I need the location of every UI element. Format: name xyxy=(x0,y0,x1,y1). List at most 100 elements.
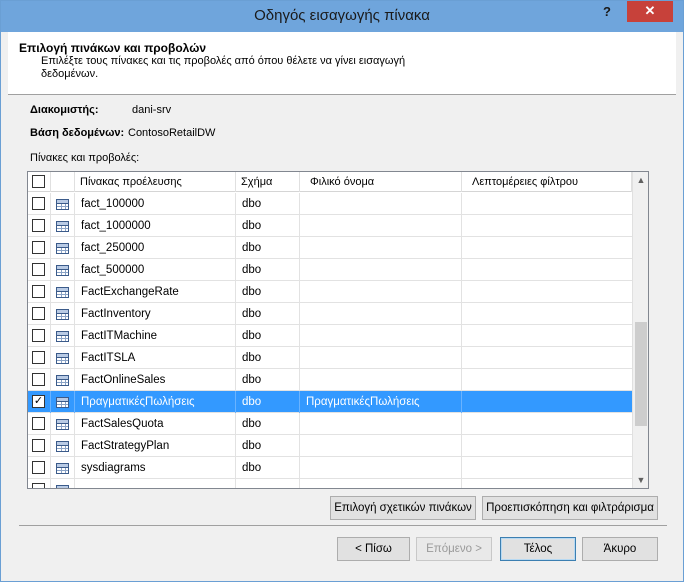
filter-details-cell[interactable] xyxy=(462,325,632,347)
filter-details-cell[interactable] xyxy=(462,413,632,435)
row-checkbox[interactable] xyxy=(32,263,45,276)
row-icon-cell xyxy=(51,237,75,259)
table-row[interactable]: sysdiagrams dbo xyxy=(28,457,632,479)
table-row[interactable]: FactExchangeRate dbo xyxy=(28,281,632,303)
filter-details-cell[interactable] xyxy=(462,479,632,488)
preview-and-filter-button[interactable]: Προεπισκόπηση και φιλτράρισμα xyxy=(482,496,658,520)
schema-cell: dbo xyxy=(236,193,300,215)
friendly-name-cell[interactable] xyxy=(300,457,462,479)
table-row[interactable]: fact_100000 dbo xyxy=(28,193,632,215)
scroll-down-icon[interactable]: ▼ xyxy=(633,472,648,488)
row-checkbox[interactable] xyxy=(32,241,45,254)
column-header-filter-details[interactable]: Λεπτομέρειες φίλτρου xyxy=(462,172,632,192)
source-table-cell: fact_250000 xyxy=(75,237,236,259)
filter-details-cell[interactable] xyxy=(462,347,632,369)
close-button[interactable]: ✕ xyxy=(627,1,673,22)
table-row[interactable]: FactInventory dbo xyxy=(28,303,632,325)
row-checkbox[interactable] xyxy=(32,483,45,488)
row-checkbox[interactable] xyxy=(32,219,45,232)
back-button[interactable]: < Πίσω xyxy=(337,537,410,561)
friendly-name-cell[interactable] xyxy=(300,237,462,259)
source-table-cell: ΠραγματικέςΠωλήσεις xyxy=(75,391,236,413)
table-icon xyxy=(56,353,69,364)
select-related-tables-button[interactable]: Επιλογή σχετικών πινάκων xyxy=(330,496,476,520)
table-row[interactable]: FactOnlineSales dbo xyxy=(28,369,632,391)
schema-cell: dbo xyxy=(236,369,300,391)
filter-details-cell[interactable] xyxy=(462,281,632,303)
column-header-friendly-name[interactable]: Φιλικό όνομα xyxy=(300,172,462,192)
table-row[interactable]: fact_1000000 dbo xyxy=(28,215,632,237)
table-icon xyxy=(56,199,69,210)
row-checkbox[interactable] xyxy=(32,439,45,452)
table-row[interactable]: ✓ ΠραγματικέςΠωλήσεις dbo ΠραγματικέςΠωλήσε… xyxy=(28,391,632,413)
table-icon xyxy=(56,221,69,232)
friendly-name-cell[interactable] xyxy=(300,259,462,281)
help-button[interactable]: ? xyxy=(597,4,617,24)
row-icon-cell xyxy=(51,435,75,457)
filter-details-cell[interactable] xyxy=(462,391,632,413)
friendly-name-cell[interactable] xyxy=(300,479,462,488)
row-checkbox[interactable]: ✓ xyxy=(32,395,45,408)
table-row[interactable]: fact_500000 dbo xyxy=(28,259,632,281)
friendly-name-cell[interactable] xyxy=(300,215,462,237)
friendly-name-cell[interactable] xyxy=(300,413,462,435)
filter-details-cell[interactable] xyxy=(462,457,632,479)
table-icon xyxy=(56,265,69,276)
table-row[interactable]: FactITSLA dbo xyxy=(28,347,632,369)
table-icon xyxy=(56,287,69,298)
table-row[interactable]: FactITMachine dbo xyxy=(28,325,632,347)
friendly-name-cell[interactable] xyxy=(300,347,462,369)
row-checkbox-cell xyxy=(28,325,51,347)
friendly-name-cell[interactable] xyxy=(300,435,462,457)
finish-button[interactable]: Τέλος xyxy=(500,537,576,561)
schema-cell: dbo xyxy=(236,413,300,435)
friendly-name-cell[interactable]: ΠραγματικέςΠωλήσεις xyxy=(300,391,462,413)
source-table-cell xyxy=(75,479,236,488)
filter-details-cell[interactable] xyxy=(462,193,632,215)
table-row-partial[interactable] xyxy=(28,479,632,488)
filter-details-cell[interactable] xyxy=(462,303,632,325)
select-all-checkbox[interactable] xyxy=(32,175,45,188)
column-header-source[interactable]: Πίνακας προέλευσης xyxy=(75,172,236,192)
friendly-name-cell[interactable] xyxy=(300,369,462,391)
server-value: dani-srv xyxy=(132,104,172,116)
vertical-scrollbar[interactable]: ▲ ▼ xyxy=(632,172,648,488)
row-checkbox[interactable] xyxy=(32,417,45,430)
row-checkbox[interactable] xyxy=(32,285,45,298)
filter-details-cell[interactable] xyxy=(462,369,632,391)
table-row[interactable]: FactStrategyPlan dbo xyxy=(28,435,632,457)
filter-details-cell[interactable] xyxy=(462,215,632,237)
friendly-name-cell[interactable] xyxy=(300,325,462,347)
next-button[interactable]: Επόμενο > xyxy=(416,537,492,561)
row-checkbox[interactable] xyxy=(32,373,45,386)
row-icon-cell xyxy=(51,413,75,435)
column-header-schema[interactable]: Σχήμα xyxy=(236,172,300,192)
friendly-name-cell[interactable] xyxy=(300,193,462,215)
scroll-up-icon[interactable]: ▲ xyxy=(633,172,648,188)
filter-details-cell[interactable] xyxy=(462,259,632,281)
friendly-name-cell[interactable] xyxy=(300,303,462,325)
scrollbar-thumb[interactable] xyxy=(635,322,647,426)
row-checkbox-cell xyxy=(28,413,51,435)
row-icon-cell xyxy=(51,369,75,391)
row-icon-cell xyxy=(51,193,75,215)
source-table-cell: sysdiagrams xyxy=(75,457,236,479)
table-icon xyxy=(56,419,69,430)
table-row[interactable]: fact_250000 dbo xyxy=(28,237,632,259)
row-checkbox[interactable] xyxy=(32,329,45,342)
source-table-cell: FactInventory xyxy=(75,303,236,325)
filter-details-cell[interactable] xyxy=(462,435,632,457)
row-checkbox[interactable] xyxy=(32,351,45,364)
row-checkbox[interactable] xyxy=(32,307,45,320)
grid-header: Πίνακας προέλευσης Σχήμα Φιλικό όνομα Λε… xyxy=(28,172,632,192)
friendly-name-cell[interactable] xyxy=(300,281,462,303)
filter-details-cell[interactable] xyxy=(462,237,632,259)
table-row[interactable]: FactSalesQuota dbo xyxy=(28,413,632,435)
row-checkbox[interactable] xyxy=(32,197,45,210)
table-icon xyxy=(56,441,69,452)
row-icon-cell xyxy=(51,391,75,413)
tables-grid[interactable]: Πίνακας προέλευσης Σχήμα Φιλικό όνομα Λε… xyxy=(27,171,649,489)
row-checkbox[interactable] xyxy=(32,461,45,474)
table-icon xyxy=(56,375,69,386)
cancel-button[interactable]: Άκυρο xyxy=(582,537,658,561)
